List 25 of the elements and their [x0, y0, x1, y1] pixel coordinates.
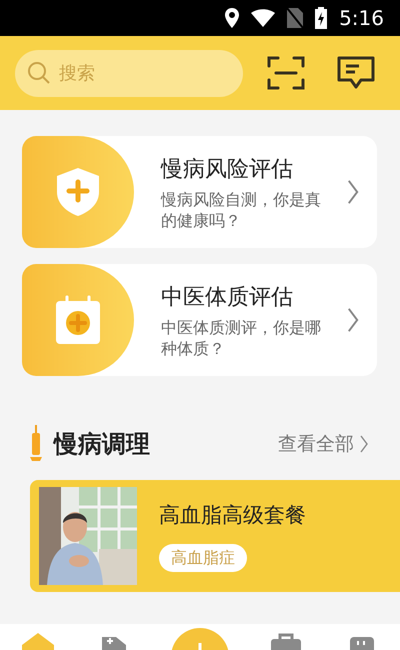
chevron-right-icon [345, 306, 361, 334]
syringe-icon [30, 425, 42, 463]
search-field[interactable]: 搜索 [15, 50, 243, 96]
message-icon[interactable] [337, 56, 375, 90]
scan-icon[interactable] [267, 55, 305, 91]
card-description: 中医体质测评，你是哪种体质？ [161, 318, 322, 360]
card-title: 中医体质评估 [161, 284, 294, 312]
calendar-plus-icon [55, 295, 101, 345]
card-title: 慢病风险评估 [161, 156, 294, 184]
clock: 5:16 [339, 5, 384, 32]
chevron-right-icon [358, 434, 370, 454]
view-all-link[interactable]: 查看全部 [278, 430, 370, 458]
assessment-card[interactable]: 慢病风险评估 慢病风险自测，你是真的健康吗？ [22, 136, 377, 248]
assessment-card[interactable]: 中医体质评估 中医体质测评，你是哪种体质？ [22, 264, 377, 376]
package-title: 高血脂高级套餐 [159, 502, 306, 530]
battery-charging-icon [315, 7, 328, 29]
chevron-right-icon [345, 178, 361, 206]
section-title: 慢病调理 [54, 429, 150, 460]
package-tag: 高血脂症 [159, 544, 247, 572]
search-icon [27, 60, 51, 84]
card-description: 慢病风险自测，你是真的健康吗？ [161, 190, 322, 232]
location-icon [225, 8, 240, 28]
package-card[interactable]: 高血脂高级套餐 高血脂症 [30, 480, 400, 592]
no-sim-icon [287, 8, 304, 28]
wifi-icon [251, 9, 276, 27]
